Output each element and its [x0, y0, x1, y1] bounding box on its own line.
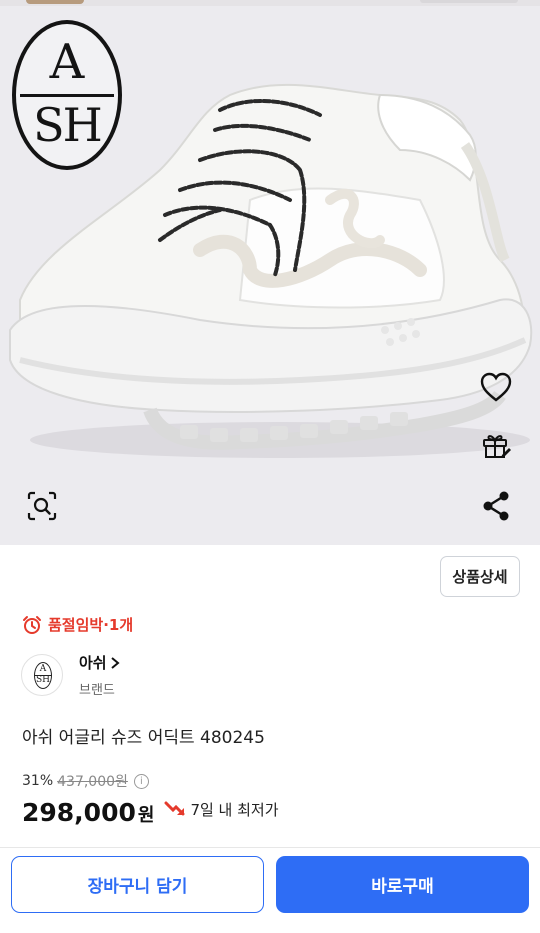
gift-icon	[483, 435, 511, 458]
brand-avatar[interactable]: A SH	[21, 654, 63, 696]
brand-avatar-a: A	[39, 664, 47, 674]
discount-rate: 31%	[22, 773, 54, 789]
brand-logo-overlay: A SH	[12, 20, 124, 172]
brand-text: 아쉬 브랜드	[79, 652, 121, 698]
heart-icon	[480, 372, 512, 402]
brand-name: 아쉬	[79, 654, 107, 672]
image-search-icon	[27, 491, 57, 521]
logo-letter-a: A	[49, 34, 85, 90]
brand-type: 브랜드	[79, 683, 115, 698]
lowest-price-badge: 7일 내 최저가	[164, 799, 279, 820]
alarm-clock-icon	[23, 615, 41, 634]
product-page: A SH 상품상세 품절임박·1개 A SH 아쉬 브랜드 아쉬 어글리 슈즈 …	[0, 0, 540, 933]
price-row: 298,000 원 7일 내 최저가	[22, 798, 279, 827]
previous-image-peek	[26, 0, 84, 4]
image-search-button[interactable]	[20, 484, 64, 528]
sale-price: 298,000	[22, 798, 136, 827]
brand-avatar-sh: SH	[35, 675, 50, 685]
product-image[interactable]: A SH	[0, 0, 540, 545]
discount-row: 31% 437,000원 i	[22, 771, 149, 791]
product-detail-button[interactable]: 상품상세	[440, 556, 520, 597]
buy-now-button[interactable]: 바로구매	[276, 856, 529, 913]
low-stock-notice: 품절임박·1개	[22, 614, 133, 635]
chevron-right-icon	[110, 656, 120, 669]
info-icon[interactable]: i	[133, 773, 149, 789]
product-title: 아쉬 어글리 슈즈 어딕트 480245	[22, 728, 265, 748]
purchase-bar: 장바구니 담기 바로구매	[0, 848, 540, 933]
logo-letters-sh: SH	[33, 98, 103, 152]
wishlist-button[interactable]	[474, 365, 518, 409]
low-stock-label: 품절임박·1개	[48, 616, 134, 634]
lowest-price-label: 7일 내 최저가	[190, 800, 279, 819]
share-icon	[483, 491, 509, 521]
brand-row[interactable]: A SH 아쉬 브랜드	[21, 652, 121, 698]
price-unit: 원	[137, 805, 155, 826]
logo-divider	[20, 94, 114, 97]
next-image-peek	[420, 0, 518, 3]
share-button[interactable]	[474, 484, 518, 528]
original-price: 437,000원	[57, 774, 128, 790]
gift-button[interactable]	[474, 423, 518, 467]
trend-down-icon	[164, 801, 185, 816]
brand-name-link[interactable]: 아쉬	[79, 652, 121, 673]
add-to-cart-button[interactable]: 장바구니 담기	[11, 856, 264, 913]
